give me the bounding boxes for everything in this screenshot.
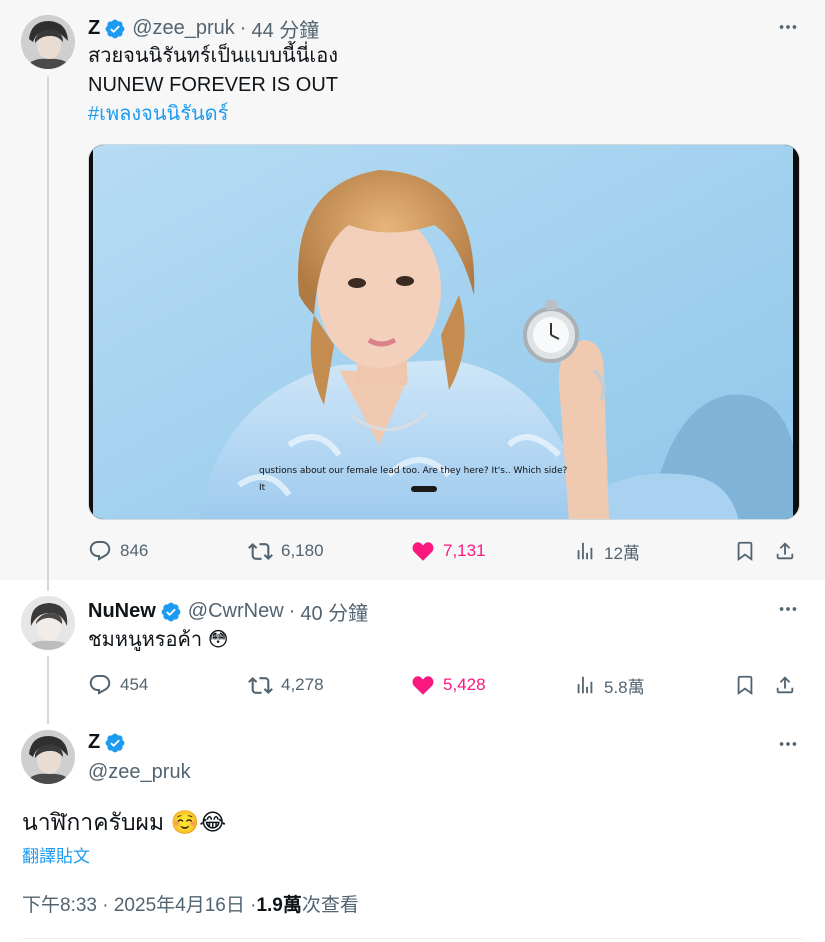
repost-count: 6,180	[281, 541, 324, 560]
tweet-actions: 846 6,180 7,131 12萬	[88, 536, 800, 566]
bookmark-icon	[737, 675, 753, 696]
like-count: 7,131	[443, 541, 486, 560]
author-handle-row: @zee_pruk	[88, 761, 191, 784]
repost-button[interactable]: 6,180	[248, 536, 324, 566]
thread-line	[47, 656, 49, 724]
video-subtitle: qustions about our female lead too. Are …	[259, 466, 568, 476]
views-button[interactable]: 12萬	[574, 536, 640, 566]
video-frame-illustration: qustions about our female lead too. Are …	[89, 145, 799, 519]
share-button[interactable]	[774, 670, 804, 700]
bookmark-button[interactable]	[734, 536, 764, 566]
avatar[interactable]	[21, 730, 75, 784]
tweet-text-line: สวยจนนิรันทร์เป็นแบบนี้นี่เอง	[88, 45, 338, 67]
tweet-header: NuNew @CwrNew · 40 分鐘	[88, 597, 368, 626]
display-name[interactable]: NuNew	[88, 600, 156, 623]
handle[interactable]: @zee_pruk	[132, 17, 235, 40]
share-icon	[776, 676, 794, 694]
video-subtitle: It	[259, 483, 266, 493]
thread-line	[47, 76, 49, 591]
views-icon	[577, 676, 593, 694]
translate-post-link[interactable]: 翻譯貼文	[22, 842, 90, 867]
tweet-text: สวยจนนิรันทร์เป็นแบบนี้นี่เอง NUNEW FORE…	[88, 42, 338, 129]
tweet-text: นาฬิกาครับผม ☺️😂	[22, 806, 226, 838]
tweet-header: Z @zee_pruk · 44 分鐘	[88, 14, 319, 43]
repost-icon	[248, 676, 273, 694]
tweet-text: ชมหนูหรอค้า 😳	[88, 626, 229, 655]
timestamp[interactable]: 下午8:33 · 2025年4月16日 ·	[22, 890, 256, 917]
views-count: 5.8萬	[604, 677, 645, 697]
tweet-text-line: นาฬิกาครับผม	[22, 809, 165, 835]
timestamp[interactable]: 40 分鐘	[300, 597, 368, 626]
emoji: ☺️😂	[170, 809, 227, 835]
reply-count: 846	[120, 541, 149, 560]
share-button[interactable]	[774, 536, 804, 566]
author-name-row: Z	[88, 731, 126, 754]
separator-dot: ·	[239, 17, 247, 39]
verified-badge-icon	[104, 732, 126, 754]
repost-count: 4,278	[281, 675, 324, 694]
avatar[interactable]	[21, 15, 75, 69]
more-icon[interactable]	[775, 596, 801, 622]
views-count: 12萬	[604, 543, 640, 563]
separator-dot: ·	[288, 600, 296, 622]
tweet-text-line: NUNEW FOREVER IS OUT	[88, 74, 339, 96]
like-button[interactable]: 5,428	[411, 670, 486, 700]
divider	[22, 938, 803, 939]
verified-badge-icon	[160, 601, 182, 623]
reply-button[interactable]: 454	[88, 670, 148, 700]
more-icon[interactable]	[775, 731, 801, 757]
views-count: 1.9萬	[256, 895, 302, 916]
repost-icon	[248, 542, 273, 560]
bookmark-icon	[737, 541, 753, 562]
display-name[interactable]: Z	[88, 731, 100, 754]
share-icon	[776, 542, 794, 560]
more-icon[interactable]	[775, 14, 801, 40]
views-button[interactable]: 5.8萬	[574, 670, 645, 700]
hashtag-link[interactable]: #เพลงจนนิรันดร์	[88, 100, 338, 129]
reply-count: 454	[120, 675, 149, 694]
timestamp[interactable]: 44 分鐘	[251, 14, 319, 43]
like-button[interactable]: 7,131	[411, 536, 486, 566]
like-icon	[412, 676, 434, 695]
tweet-text-line: ชมหนูหรอค้า	[88, 629, 203, 651]
tweet-media-video[interactable]: qustions about our female lead too. Are …	[88, 144, 800, 520]
like-count: 5,428	[443, 675, 486, 694]
tweet-actions: 454 4,278 5,428 5.8萬	[88, 670, 800, 700]
verified-badge-icon	[104, 18, 126, 40]
avatar[interactable]	[21, 596, 75, 650]
handle[interactable]: @zee_pruk	[88, 761, 191, 784]
like-icon	[412, 542, 434, 561]
reply-icon	[89, 675, 111, 695]
tweet-meta: 下午8:33 · 2025年4月16日 · 1.9萬 次查看	[22, 890, 359, 917]
handle[interactable]: @CwrNew	[188, 600, 284, 623]
views-label: 次查看	[301, 895, 359, 916]
reply-icon	[89, 541, 111, 561]
bookmark-button[interactable]	[734, 670, 764, 700]
repost-button[interactable]: 4,278	[248, 670, 324, 700]
reply-button[interactable]: 846	[88, 536, 148, 566]
emoji: 😳	[207, 629, 229, 651]
display-name[interactable]: Z	[88, 17, 100, 40]
views-icon	[577, 542, 593, 560]
